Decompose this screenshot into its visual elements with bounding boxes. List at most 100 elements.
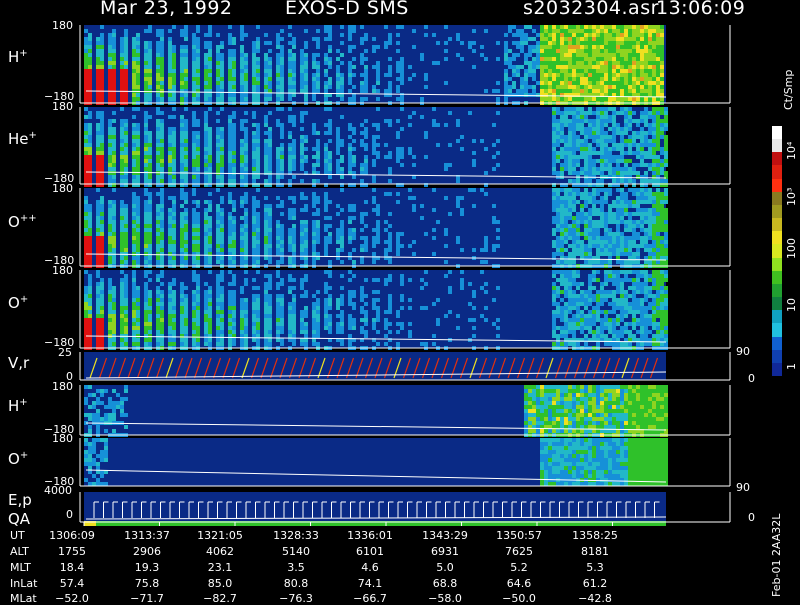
spectrum-cell	[620, 159, 624, 163]
spectrum-cell	[592, 61, 596, 65]
spectrum-cell	[120, 37, 124, 41]
spectrum-cell	[556, 81, 560, 85]
spectrum-cell	[348, 33, 352, 37]
spectrum-cell	[112, 240, 116, 244]
spectrum-cell	[636, 85, 640, 89]
spectrum-cell	[556, 89, 560, 93]
spectrum-cell	[252, 111, 256, 115]
spectrum-cell	[124, 97, 128, 101]
spectrum-cell	[324, 123, 328, 127]
spectrum-cell	[376, 69, 380, 73]
spectrum-cell	[628, 61, 632, 65]
spectrum-cell	[228, 131, 232, 135]
spectrum-cell	[264, 115, 268, 119]
spectrum-cell	[340, 77, 344, 81]
spectrum-cell	[628, 240, 632, 244]
spectrum-cell	[252, 216, 256, 220]
spectrum-cell	[252, 69, 256, 73]
spectrum-cell	[264, 159, 268, 163]
spectrum-cell	[360, 81, 364, 85]
spectrum-cell	[584, 131, 588, 135]
spectrum-cell	[132, 228, 136, 232]
spectrum-cell	[648, 260, 652, 264]
spectrum-cell	[628, 204, 632, 208]
spectrum-cell	[204, 220, 208, 224]
spectrum-cell	[612, 216, 616, 220]
spectrum-cell	[216, 306, 220, 310]
spectrum-cell	[572, 119, 576, 123]
spectrum-cell	[120, 200, 124, 204]
spectrum-cell	[432, 33, 436, 37]
spectrum-cell	[600, 53, 604, 57]
spectrum-cell	[572, 163, 576, 167]
spectrum-cell	[204, 326, 208, 330]
spectrum-cell	[96, 244, 100, 248]
spectrum-cell	[528, 37, 532, 41]
spectrum-cell	[112, 97, 116, 101]
spectrum-cell	[208, 302, 212, 306]
spectrum-cell	[120, 135, 124, 139]
spectrum-cell	[168, 310, 172, 314]
spectrum-cell	[584, 49, 588, 53]
spectrum-cell	[148, 57, 152, 61]
spectrum-cell	[288, 57, 292, 61]
spectrum-cell	[292, 252, 296, 256]
spectrum-cell	[360, 89, 364, 93]
spectrum-cell	[632, 119, 636, 123]
spectrum-cell	[568, 81, 572, 85]
spectrum-cell	[336, 139, 340, 143]
spectrum-cell	[132, 41, 136, 45]
spectrum-cell	[100, 248, 104, 252]
spectrum-cell	[232, 135, 236, 139]
spectrum-cell	[628, 115, 632, 119]
spectrum-cell	[172, 127, 176, 131]
spectrum-cell	[540, 77, 544, 81]
spectrum-cell	[568, 188, 572, 192]
spectrum-cell	[312, 85, 316, 89]
spectrum-cell	[100, 45, 104, 49]
spectrum-cell	[204, 260, 208, 264]
spectrum-cell	[84, 228, 88, 232]
spectrum-cell	[168, 196, 172, 200]
spectrum-cell	[84, 73, 88, 77]
spectrum-cell	[504, 45, 508, 49]
spectrum-cell	[648, 216, 652, 220]
spectrum-cell	[144, 85, 148, 89]
spectrum-cell	[660, 107, 664, 111]
spectrum-cell	[568, 69, 572, 73]
spectrum-cell	[300, 57, 304, 61]
spectrum-cell	[580, 252, 584, 256]
spectrum-cell	[100, 53, 104, 57]
spectrum-cell	[584, 111, 588, 115]
spectrum-cell	[204, 282, 208, 286]
spectrum-cell	[136, 93, 140, 97]
spectrum-cell	[604, 73, 608, 77]
spectrum-cell	[328, 286, 332, 290]
spectrum-cell	[600, 212, 604, 216]
spectrum-cell	[548, 97, 552, 101]
spectrum-cell	[132, 49, 136, 53]
spectrum-cell	[580, 57, 584, 61]
spectrum-cell	[656, 260, 660, 264]
spectrum-cell	[84, 208, 88, 212]
spectrum-cell	[120, 248, 124, 252]
spectrum-cell	[604, 69, 608, 73]
spectrum-cell	[348, 61, 352, 65]
spectrum-cell	[288, 81, 292, 85]
spectrum-cell	[544, 89, 548, 93]
spectrum-cell	[204, 111, 208, 115]
spectrum-cell	[560, 89, 564, 93]
spectrum-cell	[588, 29, 592, 33]
spectrum-cell	[648, 73, 652, 77]
spectrum-cell	[172, 278, 176, 282]
spectrum-cell	[520, 89, 524, 93]
spectrum-cell	[628, 69, 632, 73]
spectrum-cell	[528, 73, 532, 77]
spectrum-cell	[148, 290, 152, 294]
spectrum-cell	[112, 248, 116, 252]
spectrum-cell	[120, 57, 124, 61]
spectrum-cell	[552, 123, 556, 127]
spectrum-cell	[652, 147, 656, 151]
spectrum-cell	[184, 45, 188, 49]
spectrum-cell	[292, 216, 296, 220]
